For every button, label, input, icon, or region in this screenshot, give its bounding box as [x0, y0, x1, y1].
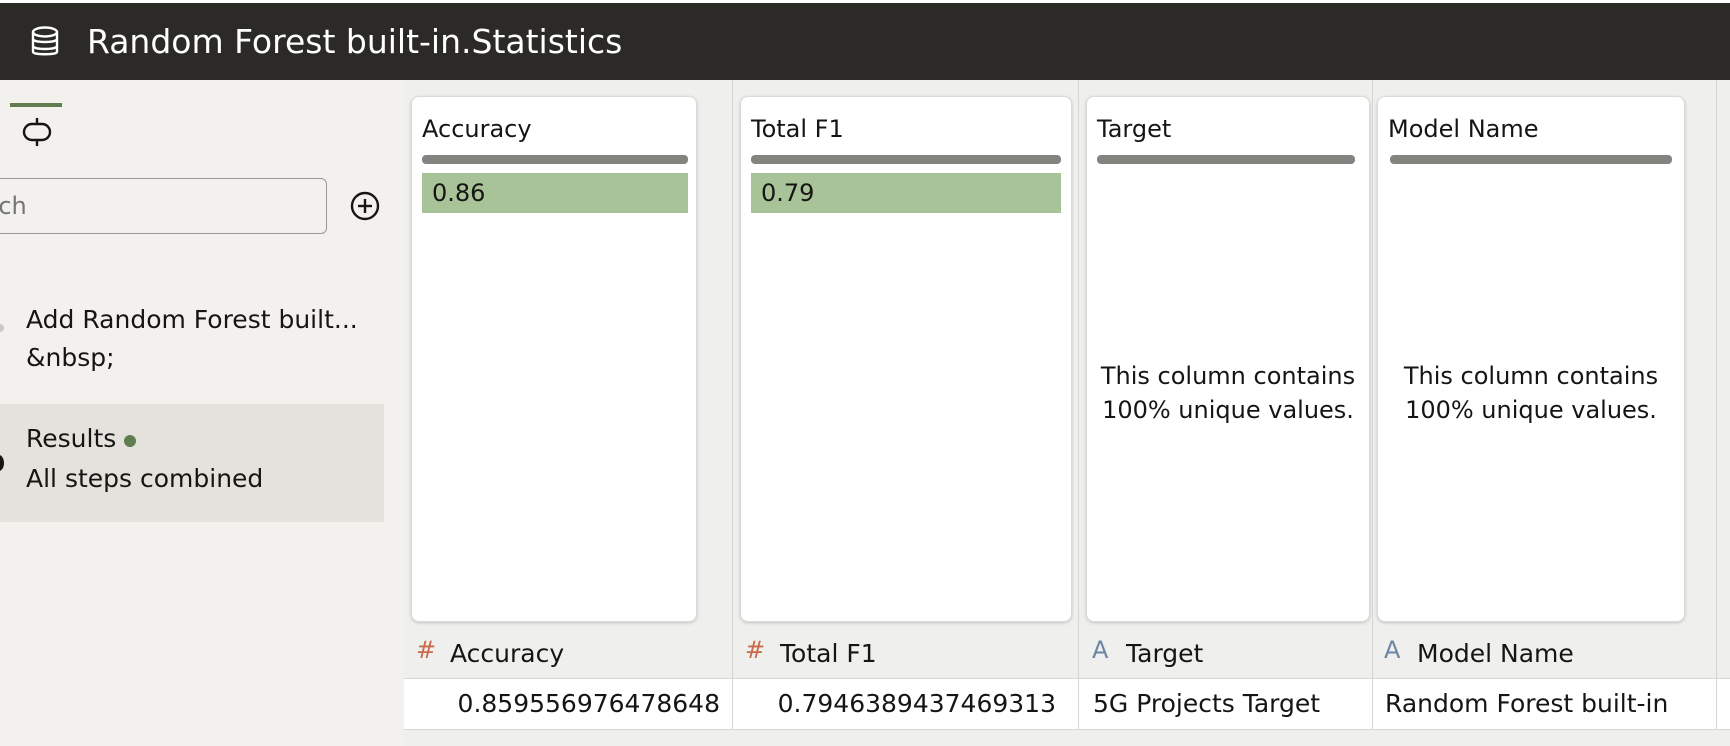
step-marker: [0, 324, 4, 332]
card-title: Accuracy: [422, 115, 532, 143]
distribution-bar: [422, 155, 688, 164]
card-title: Target: [1097, 115, 1172, 143]
card-title: Model Name: [1388, 115, 1539, 143]
column-card-accuracy[interactable]: Accuracy 0.86: [411, 96, 697, 622]
column-divider[interactable]: [1716, 80, 1717, 729]
results-subtitle: All steps combined: [26, 464, 264, 493]
cell-model-name[interactable]: Random Forest built-in: [1385, 679, 1668, 729]
distribution-bar: [751, 155, 1061, 164]
steps-panel: Add Random Forest built... &nbsp; Result…: [0, 80, 404, 746]
database-icon: [31, 26, 59, 56]
title-bar: Random Forest built-in.Statistics: [0, 0, 1730, 80]
column-header-target[interactable]: Target: [1126, 630, 1203, 678]
value-bar[interactable]: 0.79: [751, 173, 1061, 213]
distribution-bar: [1390, 155, 1672, 164]
distribution-bar: [1097, 155, 1355, 164]
results-step[interactable]: Results All steps combined: [0, 404, 384, 522]
column-divider[interactable]: [1372, 80, 1373, 729]
data-preview: Accuracy 0.86 Total F1 0.79 Target This …: [404, 80, 1730, 746]
search-input[interactable]: [0, 178, 327, 234]
column-header-row: # Accuracy # Total F1 A Target A Model N…: [404, 630, 1730, 679]
results-label: Results: [26, 424, 117, 453]
unique-values-note: This column contains 100% unique values.: [1100, 362, 1356, 424]
column-divider[interactable]: [732, 80, 733, 729]
cell-target[interactable]: 5G Projects Target: [1093, 679, 1320, 729]
add-circle-icon[interactable]: [349, 190, 381, 222]
number-type-icon: #: [745, 636, 766, 664]
value-bar[interactable]: 0.86: [422, 173, 688, 213]
column-header-model-name[interactable]: Model Name: [1417, 630, 1574, 678]
text-type-icon: A: [1384, 636, 1401, 664]
column-header-accuracy[interactable]: Accuracy: [450, 630, 564, 678]
column-card-total-f1[interactable]: Total F1 0.79: [740, 96, 1072, 622]
table-row: 0.859556976478648 0.7946389437469313 5G …: [404, 679, 1730, 730]
unique-values-note: This column contains 100% unique values.: [1403, 362, 1659, 424]
column-header-total-f1[interactable]: Total F1: [780, 630, 877, 678]
cell-accuracy[interactable]: 0.859556976478648: [404, 679, 720, 729]
number-type-icon: #: [416, 636, 437, 664]
step-subtitle: &nbsp;: [26, 343, 115, 372]
column-divider[interactable]: [1078, 80, 1079, 729]
status-dot: [124, 435, 136, 447]
page-title: Random Forest built-in.Statistics: [87, 22, 623, 61]
column-card-model-name[interactable]: Model Name This column contains 100% uni…: [1377, 96, 1685, 622]
text-type-icon: A: [1092, 636, 1109, 664]
column-card-target[interactable]: Target This column contains 100% unique …: [1086, 96, 1370, 622]
active-tab-indicator: [10, 103, 62, 107]
step-marker: [0, 455, 4, 471]
step-title[interactable]: Add Random Forest built...: [26, 305, 358, 334]
steps-icon[interactable]: [18, 118, 58, 146]
cell-total-f1[interactable]: 0.7946389437469313: [734, 679, 1056, 729]
card-title: Total F1: [751, 115, 844, 143]
